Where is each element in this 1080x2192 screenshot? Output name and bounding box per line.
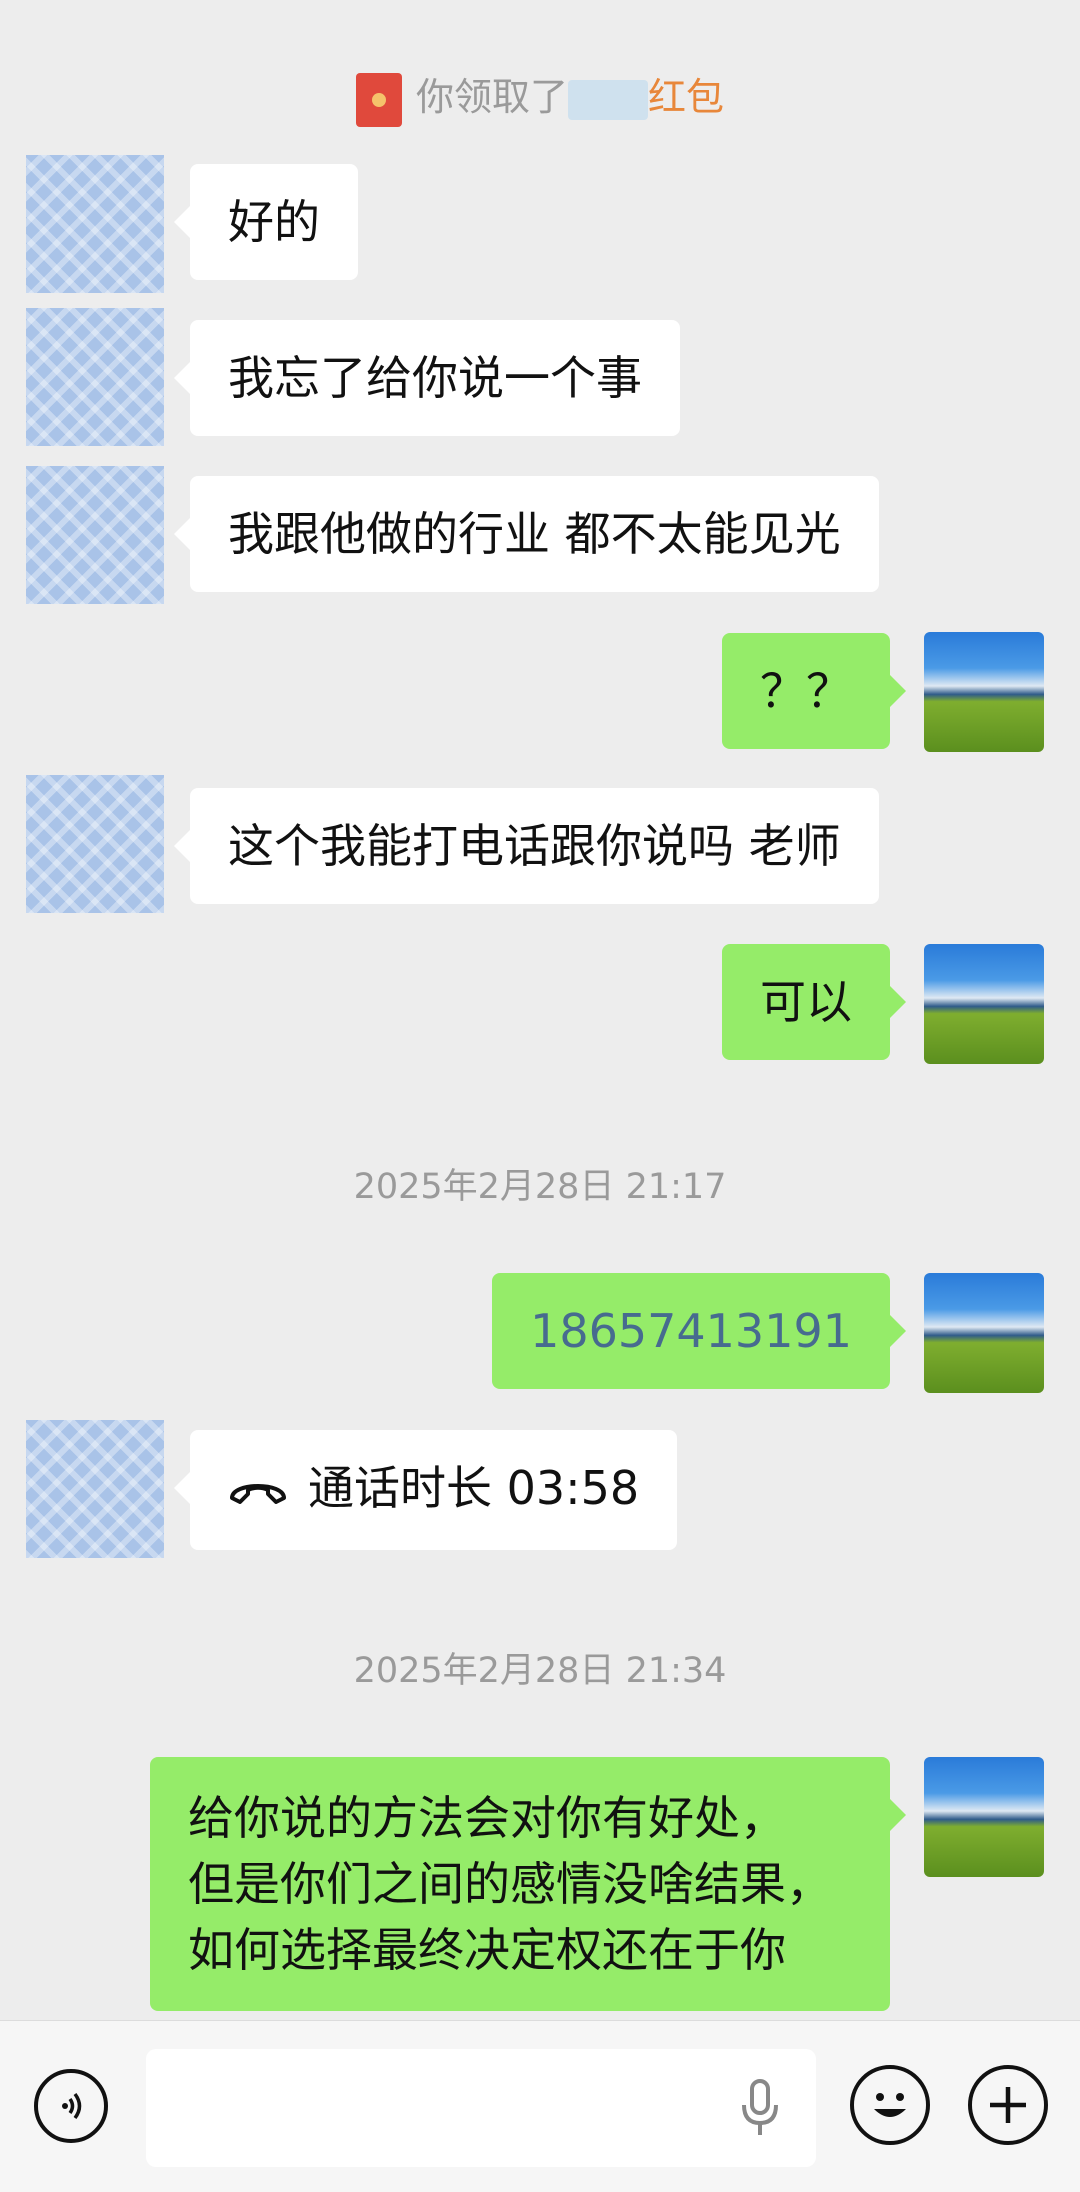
message-bubble-sent[interactable]: 给你说的方法会对你有好处， 但是你们之间的感情没啥结果， 如何选择最终决定权还在…: [150, 1757, 906, 2011]
message-line: 但是你们之间的感情没啥结果，: [188, 1857, 832, 1911]
contact-avatar[interactable]: [26, 308, 164, 446]
message-bubble-sent[interactable]: 可以: [722, 944, 906, 1060]
emoji-icon[interactable]: [850, 2065, 930, 2145]
voice-mode-icon[interactable]: [34, 2069, 108, 2143]
red-packet-icon: [355, 72, 402, 127]
message-bubble-received[interactable]: 这个我能打电话跟你说吗 老师: [174, 788, 879, 904]
message-bubble-sent[interactable]: 18657413191: [492, 1273, 906, 1389]
contact-avatar[interactable]: [26, 155, 164, 293]
plus-icon[interactable]: [968, 2065, 1048, 2145]
chat-input-bar: [0, 2020, 1080, 2192]
message-bubble-received[interactable]: 我忘了给你说一个事: [174, 320, 680, 436]
red-packet-link[interactable]: 红包: [648, 75, 724, 119]
self-avatar[interactable]: [924, 1273, 1044, 1393]
timestamp: 2025年2月28日 21:17: [353, 1167, 727, 1207]
self-avatar[interactable]: [924, 1757, 1044, 1877]
message-input[interactable]: [146, 2049, 816, 2167]
phone-handset-icon: [228, 1460, 288, 1524]
notice-prefix: 你领取了: [415, 75, 568, 119]
message-bubble-received[interactable]: 好的: [174, 164, 358, 280]
self-avatar[interactable]: [924, 944, 1044, 1064]
contact-avatar[interactable]: [26, 1420, 164, 1558]
call-record-bubble[interactable]: 通话时长 03:58: [173, 1430, 678, 1550]
red-packet-notice: 你领取了 红包: [0, 66, 1080, 127]
message-line: 如何选择最终决定权还在于你: [188, 1923, 786, 1977]
phone-number-link[interactable]: 18657413191: [530, 1304, 852, 1358]
message-line: 给你说的方法会对你有好处，: [188, 1791, 786, 1845]
timestamp: 2025年2月28日 21:34: [353, 1651, 727, 1691]
self-avatar[interactable]: [924, 632, 1044, 752]
microphone-icon[interactable]: [740, 2079, 780, 2139]
blurred-name: [568, 79, 648, 120]
contact-avatar[interactable]: [26, 775, 164, 913]
call-duration-text: 通话时长 03:58: [308, 1461, 640, 1515]
message-bubble-received[interactable]: 我跟他做的行业 都不太能见光: [174, 476, 879, 592]
contact-avatar[interactable]: [26, 466, 164, 604]
message-bubble-sent[interactable]: ？？: [722, 633, 906, 749]
